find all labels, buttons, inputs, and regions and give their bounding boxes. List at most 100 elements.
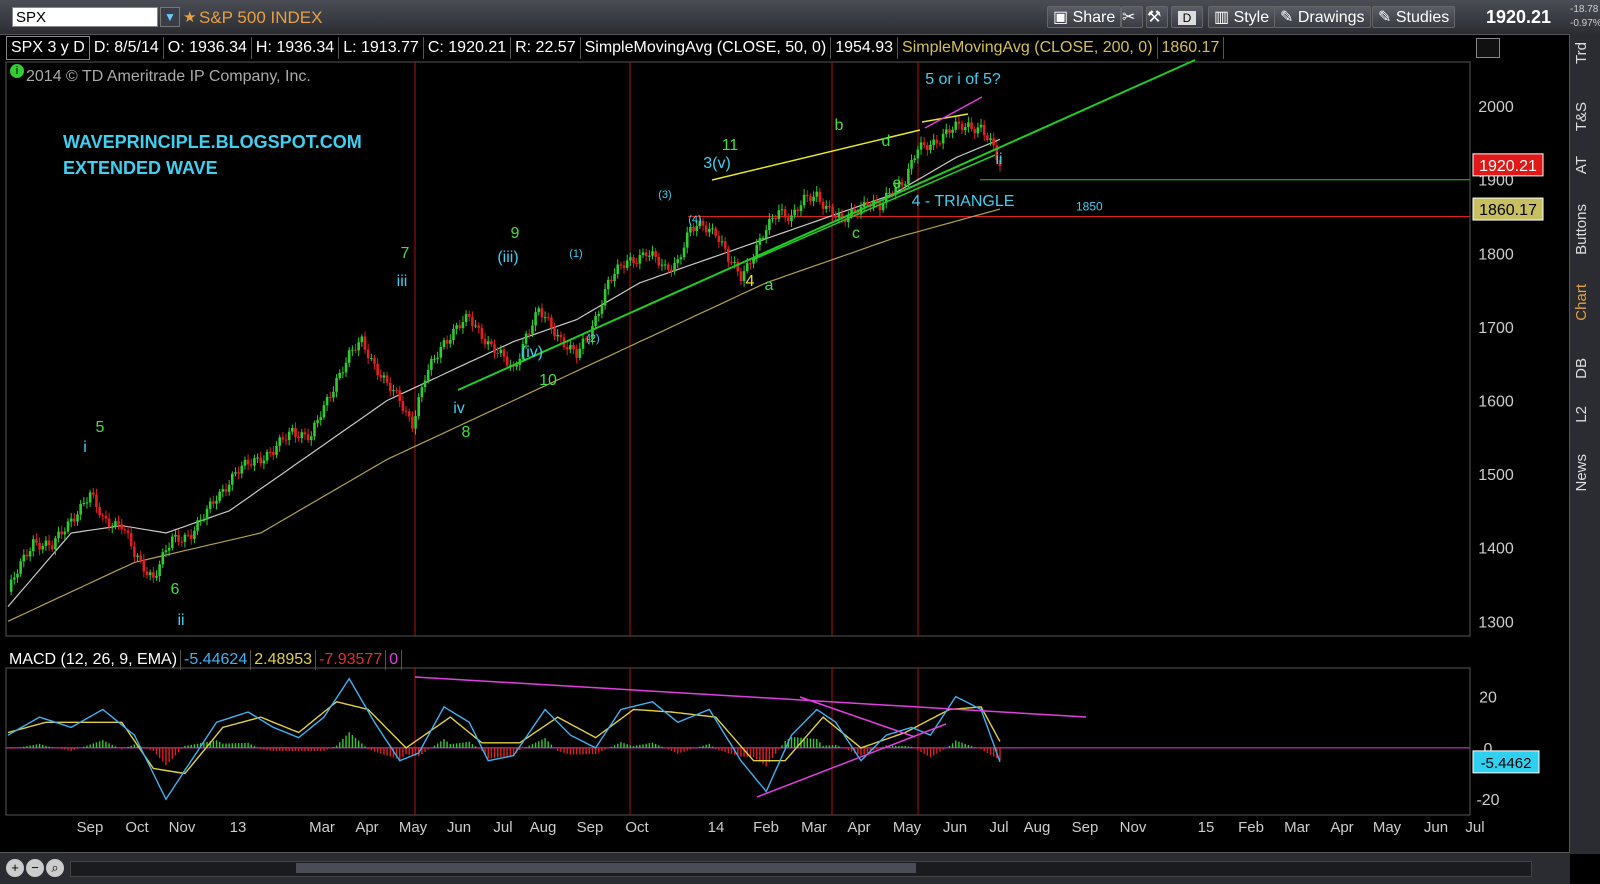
candle-body xyxy=(594,315,597,327)
candle-body xyxy=(25,554,29,557)
candle-body xyxy=(404,410,408,412)
candle-body xyxy=(809,196,812,202)
candle-body xyxy=(540,308,544,318)
side-tab-at[interactable]: AT xyxy=(1573,156,1590,174)
candle-body xyxy=(805,194,809,197)
candle-body xyxy=(319,417,323,421)
candle-body xyxy=(303,432,307,435)
candle-body xyxy=(445,340,449,344)
wave-label: (3) xyxy=(658,189,671,201)
x-tick-label: Feb xyxy=(1238,819,1264,836)
candle-body xyxy=(57,531,60,539)
candle-body xyxy=(177,534,180,542)
price-chart[interactable]: 1850 5i6ii7iii8iv9(iii)10(iv)(1)(2)(3)(4… xyxy=(0,0,1570,852)
candle-body xyxy=(54,538,57,550)
bottom-bar: + − ⌕ xyxy=(0,852,1570,884)
candle-body xyxy=(448,340,452,344)
candle-body xyxy=(483,338,487,345)
candle-body xyxy=(379,375,383,378)
candle-body xyxy=(815,191,819,197)
wave-label: (iii) xyxy=(497,249,518,266)
y-tick-label: 1400 xyxy=(1478,541,1514,558)
candle-body xyxy=(145,571,149,576)
candle-body xyxy=(768,218,771,231)
side-tab-news[interactable]: News xyxy=(1573,454,1590,492)
candle-body xyxy=(193,530,196,539)
side-tab-chart[interactable]: Chart xyxy=(1573,284,1590,321)
scroll-thumb[interactable] xyxy=(296,863,916,873)
x-tick-label: Jul xyxy=(1465,819,1484,836)
side-tab-ts[interactable]: T&S xyxy=(1573,102,1590,131)
candle-body xyxy=(496,353,499,355)
candle-body xyxy=(619,264,623,266)
wedge-magenta-line xyxy=(924,96,983,129)
y-tick-label: 1800 xyxy=(1478,246,1514,263)
candle-body xyxy=(546,317,550,319)
candle-body xyxy=(442,340,446,347)
side-tab-l2[interactable]: L2 xyxy=(1573,406,1590,423)
candle-body xyxy=(708,228,711,233)
candle-body xyxy=(818,191,822,202)
x-tick-label: Feb xyxy=(753,819,779,836)
zoom-out-icon[interactable]: − xyxy=(26,859,44,877)
wave-label: (4) xyxy=(688,214,701,226)
candle-body xyxy=(88,492,92,503)
candle-body xyxy=(467,314,471,317)
candle-body xyxy=(79,503,82,515)
candle-body xyxy=(265,451,269,461)
candle-body xyxy=(344,362,348,373)
x-tick-label: Mar xyxy=(309,819,335,836)
candle-body xyxy=(682,247,686,258)
side-tab-trd[interactable]: Trd xyxy=(1573,42,1590,64)
candle-body xyxy=(212,501,215,504)
info-icon[interactable]: i xyxy=(10,64,24,78)
candle-body xyxy=(711,228,714,230)
zoom-fit-icon[interactable]: ⌕ xyxy=(46,859,64,877)
candle-body xyxy=(629,257,632,261)
candle-body xyxy=(910,159,913,169)
candle-body xyxy=(183,534,187,542)
wave-label: (iv) xyxy=(521,344,543,361)
wave-label: iii xyxy=(397,273,408,290)
candle-body xyxy=(474,325,477,327)
candle-body xyxy=(524,333,528,344)
candle-body xyxy=(944,129,948,134)
candle-body xyxy=(790,215,793,222)
candle-body xyxy=(913,158,917,160)
candle-body xyxy=(205,508,209,520)
candle-body xyxy=(812,196,815,202)
candle-body xyxy=(613,274,616,282)
candle-body xyxy=(104,515,108,519)
candle-body xyxy=(325,396,329,406)
x-tick-label: Oct xyxy=(625,819,649,836)
candle-body xyxy=(727,248,730,262)
candle-body xyxy=(967,122,970,128)
candle-body xyxy=(272,452,275,455)
candle-body xyxy=(246,459,250,465)
wedge-line xyxy=(921,113,969,123)
zoom-in-icon[interactable]: + xyxy=(6,859,24,877)
candle-body xyxy=(632,257,635,263)
candle-body xyxy=(142,559,146,572)
candle-body xyxy=(704,225,708,233)
candle-body xyxy=(455,325,458,329)
candle-body xyxy=(69,518,73,522)
side-tab-db[interactable]: DB xyxy=(1573,358,1590,379)
side-tab-buttons[interactable]: Buttons xyxy=(1573,204,1590,255)
wave-label: 11 xyxy=(722,137,739,154)
y-tick-label: 1600 xyxy=(1478,394,1514,411)
macd-y-tick-label: -20 xyxy=(1476,792,1499,809)
candle-body xyxy=(550,317,553,329)
candle-body xyxy=(354,349,357,351)
macd-label[interactable]: MACD (12, 26, 9, EMA) xyxy=(6,650,182,670)
candle-body xyxy=(268,451,272,453)
candle-body xyxy=(780,209,784,211)
candle-body xyxy=(648,255,651,257)
candle-body xyxy=(986,135,989,141)
x-tick-label: 13 xyxy=(230,819,247,836)
horizontal-scrollbar[interactable] xyxy=(70,861,1532,877)
candle-body xyxy=(948,129,951,133)
x-tick-label: May xyxy=(399,819,428,836)
candle-body xyxy=(148,572,152,576)
candle-body xyxy=(575,349,578,358)
